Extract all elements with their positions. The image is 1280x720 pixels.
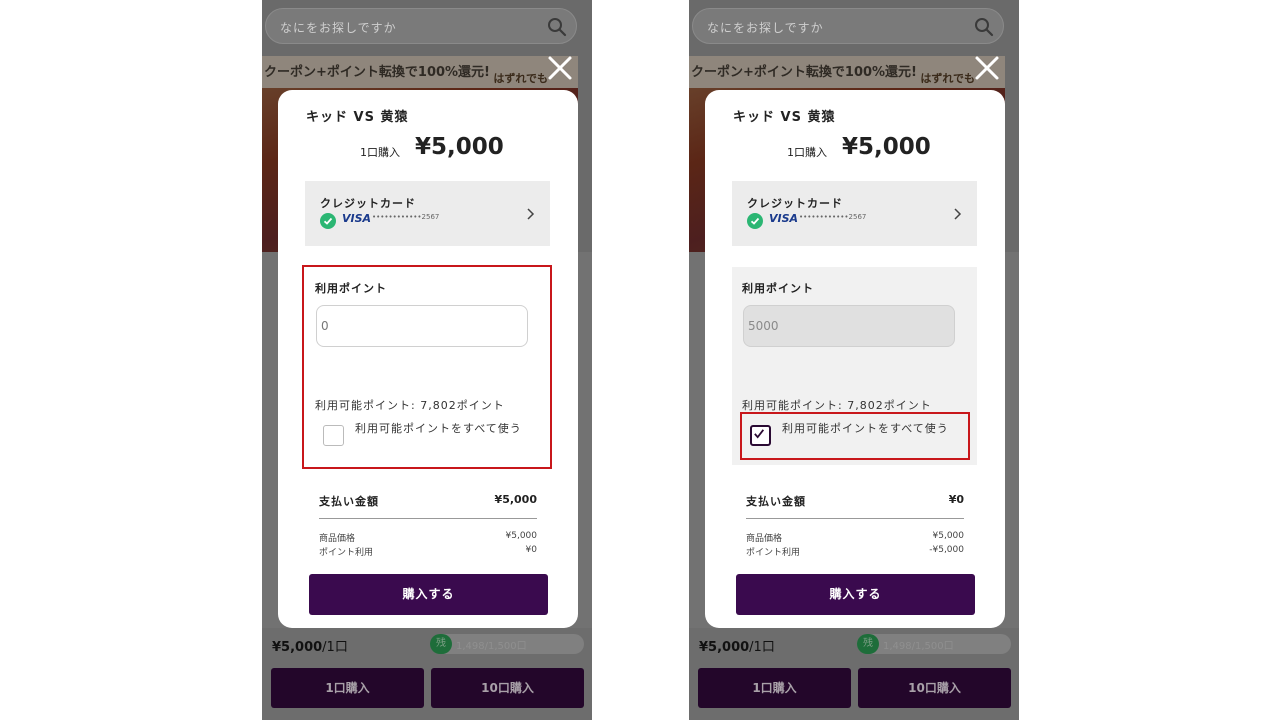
payment-label: 支払い金額: [319, 495, 379, 508]
banner-subtext: はずれでも: [920, 72, 975, 85]
check-circle-icon: [747, 213, 763, 229]
stock-badge: 残: [430, 634, 452, 654]
modal-title: キッド VS 黄猿: [306, 110, 409, 125]
payment-amount: ¥0: [948, 493, 964, 506]
card-number: ••••••••••••2567: [372, 213, 440, 221]
search-bar[interactable]: なにをお探しですか: [265, 8, 577, 44]
payment-label: 支払い金額: [746, 495, 806, 508]
search-placeholder: なにをお探しですか: [707, 21, 824, 35]
stock-count: 1,498/1,500口: [883, 641, 954, 652]
points-label: 利用ポイント: [742, 282, 814, 295]
bottom-purchase-bar: ¥5,000/1口 残 1,498/1,500口 1口購入 10口購入: [262, 628, 592, 720]
close-icon[interactable]: [544, 52, 576, 84]
modal-price: ¥5,000: [415, 134, 504, 160]
divider: [319, 518, 537, 519]
highlight-frame: [302, 265, 552, 469]
chevron-right-icon: [954, 208, 962, 220]
banner-subtext: はずれでも: [493, 72, 548, 85]
card-number: ••••••••••••2567: [799, 213, 867, 221]
phone-screen-after: なにをお探しですか クーポン+ポイント転換で100%還元! はずれでも ¥5,0…: [689, 0, 1019, 720]
purchase-button[interactable]: 購入する: [309, 574, 548, 615]
buy-one-button[interactable]: 1口購入: [698, 668, 851, 708]
quantity-label: 1口購入: [360, 146, 400, 159]
highlight-frame: [740, 412, 970, 460]
buy-ten-button[interactable]: 10口購入: [431, 668, 584, 708]
bottom-price: ¥5,000/1口: [272, 636, 348, 655]
point-use-value: -¥5,000: [929, 545, 964, 555]
payment-amount: ¥5,000: [494, 493, 537, 506]
point-use-value: ¥0: [525, 545, 537, 555]
phone-screen-before: なにをお探しですか クーポン+ポイント転換で100%還元! はずれでも ¥5,0…: [262, 0, 592, 720]
search-icon[interactable]: [547, 17, 567, 37]
point-use-label: ポイント利用: [746, 548, 801, 558]
bottom-price-value: ¥5,000: [272, 640, 323, 655]
bottom-price: ¥5,000/1口: [699, 636, 775, 655]
point-use-label: ポイント利用: [319, 548, 374, 558]
available-points: 利用可能ポイント: 7,802ポイント: [742, 399, 932, 412]
item-price-label: 商品価格: [319, 534, 356, 544]
visa-logo: VISA: [342, 212, 372, 225]
banner-text: クーポン+ポイント転換で100%還元!: [264, 65, 490, 80]
card-label: クレジットカード: [747, 197, 843, 210]
search-icon[interactable]: [974, 17, 994, 37]
modal-title: キッド VS 黄猿: [733, 110, 836, 125]
search-bar[interactable]: なにをお探しですか: [692, 8, 1004, 44]
bottom-price-unit: /1口: [749, 640, 775, 655]
buy-ten-button[interactable]: 10口購入: [858, 668, 1011, 708]
buy-one-button[interactable]: 1口購入: [271, 668, 424, 708]
search-placeholder: なにをお探しですか: [280, 21, 397, 35]
purchase-modal: キッド VS 黄猿 1口購入 ¥5,000 クレジットカード VISA ••••…: [278, 90, 578, 628]
item-price-value: ¥5,000: [505, 531, 538, 541]
banner-text: クーポン+ポイント転換で100%還元!: [691, 65, 917, 80]
item-price-value: ¥5,000: [932, 531, 965, 541]
points-input[interactable]: [743, 305, 955, 347]
quantity-label: 1口購入: [787, 146, 827, 159]
modal-price: ¥5,000: [842, 134, 931, 160]
payment-method-selector[interactable]: クレジットカード VISA ••••••••••••2567: [305, 181, 550, 246]
visa-logo: VISA: [769, 212, 799, 225]
stock-badge: 残: [857, 634, 879, 654]
divider: [746, 518, 964, 519]
purchase-modal: キッド VS 黄猿 1口購入 ¥5,000 クレジットカード VISA ••••…: [705, 90, 1005, 628]
payment-method-selector[interactable]: クレジットカード VISA ••••••••••••2567: [732, 181, 977, 246]
chevron-right-icon: [527, 208, 535, 220]
card-label: クレジットカード: [320, 197, 416, 210]
stage: なにをお探しですか クーポン+ポイント転換で100%還元! はずれでも ¥5,0…: [0, 0, 1280, 720]
close-icon[interactable]: [971, 52, 1003, 84]
bottom-price-value: ¥5,000: [699, 640, 750, 655]
item-price-label: 商品価格: [746, 534, 783, 544]
check-circle-icon: [320, 213, 336, 229]
stock-indicator: 残 1,498/1,500口: [430, 634, 584, 654]
stock-indicator: 残 1,498/1,500口: [857, 634, 1011, 654]
bottom-purchase-bar: ¥5,000/1口 残 1,498/1,500口 1口購入 10口購入: [689, 628, 1019, 720]
stock-count: 1,498/1,500口: [456, 641, 527, 652]
purchase-button[interactable]: 購入する: [736, 574, 975, 615]
bottom-price-unit: /1口: [322, 640, 348, 655]
